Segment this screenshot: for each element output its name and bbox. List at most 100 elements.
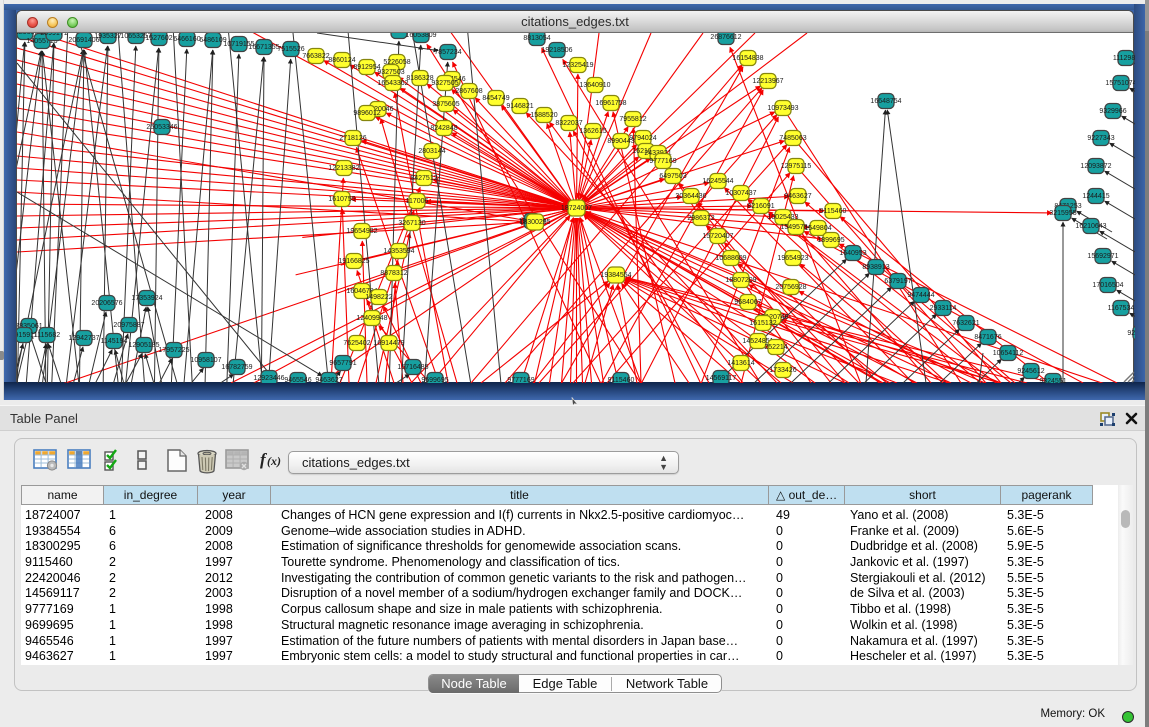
svg-text:19166825: 19166825 bbox=[338, 258, 369, 265]
svg-text:20756928: 20756928 bbox=[775, 284, 806, 291]
svg-text:10973493: 10973493 bbox=[767, 105, 798, 112]
svg-text:14569117: 14569117 bbox=[706, 375, 737, 382]
svg-text:3875605: 3875605 bbox=[432, 101, 459, 108]
svg-text:9329966: 9329966 bbox=[1099, 108, 1126, 115]
svg-text:8938913: 8938913 bbox=[862, 264, 889, 271]
svg-text:15720407: 15720407 bbox=[702, 233, 733, 240]
svg-text:9115460: 9115460 bbox=[608, 377, 635, 383]
svg-text:7632621: 7632621 bbox=[952, 320, 979, 327]
svg-text:2986372: 2986372 bbox=[687, 215, 714, 222]
svg-text:12213967: 12213967 bbox=[752, 78, 783, 85]
svg-text:16961758: 16961758 bbox=[595, 100, 626, 107]
svg-text:9777169: 9777169 bbox=[507, 377, 534, 383]
svg-text:6497503: 6497503 bbox=[659, 173, 686, 180]
svg-text:9794024: 9794024 bbox=[629, 135, 656, 142]
svg-text:9463627: 9463627 bbox=[315, 377, 342, 383]
svg-text:20206576: 20206576 bbox=[91, 300, 122, 307]
svg-text:(x): (x) bbox=[267, 454, 281, 468]
svg-text:20975887: 20975887 bbox=[113, 322, 144, 329]
svg-text:1615132: 1615132 bbox=[749, 320, 776, 327]
svg-text:12975115: 12975115 bbox=[781, 163, 812, 170]
svg-text:20364436: 20364436 bbox=[675, 193, 706, 200]
svg-text:17353924: 17353924 bbox=[131, 295, 162, 302]
svg-text:10307437: 10307437 bbox=[725, 190, 756, 197]
svg-text:1527602: 1527602 bbox=[145, 35, 172, 42]
svg-text:19654982: 19654982 bbox=[346, 228, 377, 235]
svg-text:1549804: 1549804 bbox=[804, 225, 831, 232]
svg-text:8813054: 8813054 bbox=[523, 35, 550, 42]
svg-text:7955812: 7955812 bbox=[619, 116, 646, 123]
svg-text:9245612: 9245612 bbox=[1017, 368, 1044, 375]
svg-text:2803144: 2803144 bbox=[418, 148, 445, 155]
svg-text:1362615: 1362615 bbox=[579, 128, 606, 135]
svg-text:9327505: 9327505 bbox=[431, 80, 458, 87]
svg-text:9227343: 9227343 bbox=[1087, 135, 1114, 142]
svg-text:7515526: 7515526 bbox=[277, 46, 304, 53]
svg-text:19384554: 19384554 bbox=[600, 272, 631, 279]
svg-text:7857234: 7857234 bbox=[434, 49, 461, 56]
svg-text:10688609: 10688609 bbox=[715, 255, 746, 262]
svg-text:17016504: 17016504 bbox=[1092, 282, 1123, 289]
svg-text:12213382: 12213382 bbox=[328, 165, 359, 172]
svg-text:13640910: 13640910 bbox=[579, 82, 610, 89]
svg-text:1167534: 1167534 bbox=[1108, 305, 1135, 312]
svg-text:9684067: 9684067 bbox=[734, 299, 761, 306]
svg-text:12093872: 12093872 bbox=[1080, 163, 1111, 170]
svg-text:16154838: 16154838 bbox=[732, 55, 763, 62]
svg-text:1733426: 1733426 bbox=[769, 367, 796, 374]
svg-text:26876612: 26876612 bbox=[710, 34, 741, 41]
svg-text:12942737: 12942737 bbox=[68, 335, 99, 342]
svg-text:1244415: 1244415 bbox=[1082, 193, 1109, 200]
svg-text:16671355: 16671355 bbox=[248, 44, 279, 51]
svg-text:2867608: 2867608 bbox=[455, 88, 482, 95]
svg-text:9699695: 9699695 bbox=[421, 377, 448, 383]
svg-text:14353594: 14353594 bbox=[383, 248, 414, 255]
svg-text:1115682: 1115682 bbox=[34, 332, 60, 339]
svg-text:19218506: 19218506 bbox=[541, 47, 572, 54]
svg-text:8186328: 8186328 bbox=[406, 75, 433, 82]
svg-text:1112984: 1112984 bbox=[1113, 55, 1135, 62]
svg-text:18724007: 18724007 bbox=[561, 205, 592, 212]
svg-text:9657791: 9657791 bbox=[329, 360, 356, 367]
svg-text:10958107: 10958107 bbox=[190, 357, 221, 364]
svg-text:15692971: 15692971 bbox=[1087, 253, 1118, 260]
svg-text:16245544: 16245544 bbox=[702, 178, 733, 185]
svg-text:8322037: 8322037 bbox=[555, 120, 582, 127]
svg-text:15751074: 15751074 bbox=[1105, 80, 1135, 87]
svg-text:7485063: 7485063 bbox=[779, 135, 806, 142]
svg-text:18300295: 18300295 bbox=[519, 219, 550, 226]
svg-text:7663822: 7663822 bbox=[302, 53, 329, 60]
svg-text:1498222: 1498222 bbox=[365, 294, 392, 301]
svg-text:6466160: 6466160 bbox=[173, 36, 200, 43]
svg-text:1610755: 1610755 bbox=[328, 196, 355, 203]
svg-text:9896012: 9896012 bbox=[353, 110, 380, 117]
svg-text:9777169: 9777169 bbox=[649, 158, 676, 165]
svg-text:17957225: 17957225 bbox=[158, 347, 189, 354]
svg-text:12325419: 12325419 bbox=[562, 62, 593, 69]
svg-text:16543362: 16543362 bbox=[377, 80, 408, 87]
svg-text:1935327: 1935327 bbox=[94, 33, 121, 40]
svg-text:9146821: 9146821 bbox=[506, 103, 533, 110]
svg-text:1640953: 1640953 bbox=[839, 250, 866, 257]
svg-text:12409948: 12409948 bbox=[356, 315, 387, 322]
svg-text:16053809: 16053809 bbox=[405, 33, 436, 39]
svg-text:8427512: 8427512 bbox=[410, 175, 437, 182]
svg-text:3267130: 3267130 bbox=[398, 220, 425, 227]
svg-text:9465546: 9465546 bbox=[284, 377, 311, 383]
svg-text:15716485: 15716485 bbox=[397, 364, 428, 371]
svg-text:16782759: 16782759 bbox=[221, 364, 252, 371]
svg-text:10654112: 10654112 bbox=[993, 350, 1024, 357]
svg-text:1145194: 1145194 bbox=[101, 338, 128, 345]
svg-text:2933114: 2933114 bbox=[930, 305, 957, 312]
svg-text:8242848: 8242848 bbox=[430, 125, 457, 132]
svg-text:8471676: 8471676 bbox=[974, 334, 1001, 341]
svg-text:2099171: 2099171 bbox=[40, 33, 67, 37]
svg-text:12923446: 12923446 bbox=[253, 375, 284, 382]
svg-text:12905185: 12905185 bbox=[128, 342, 159, 349]
svg-text:8878312: 8878312 bbox=[380, 270, 407, 277]
svg-text:2718126: 2718126 bbox=[339, 135, 366, 142]
svg-text:1899695: 1899695 bbox=[817, 237, 844, 244]
svg-text:9324551: 9324551 bbox=[1039, 378, 1066, 383]
svg-text:18807209: 18807209 bbox=[725, 277, 756, 284]
svg-text:16648754: 16648754 bbox=[870, 98, 901, 105]
